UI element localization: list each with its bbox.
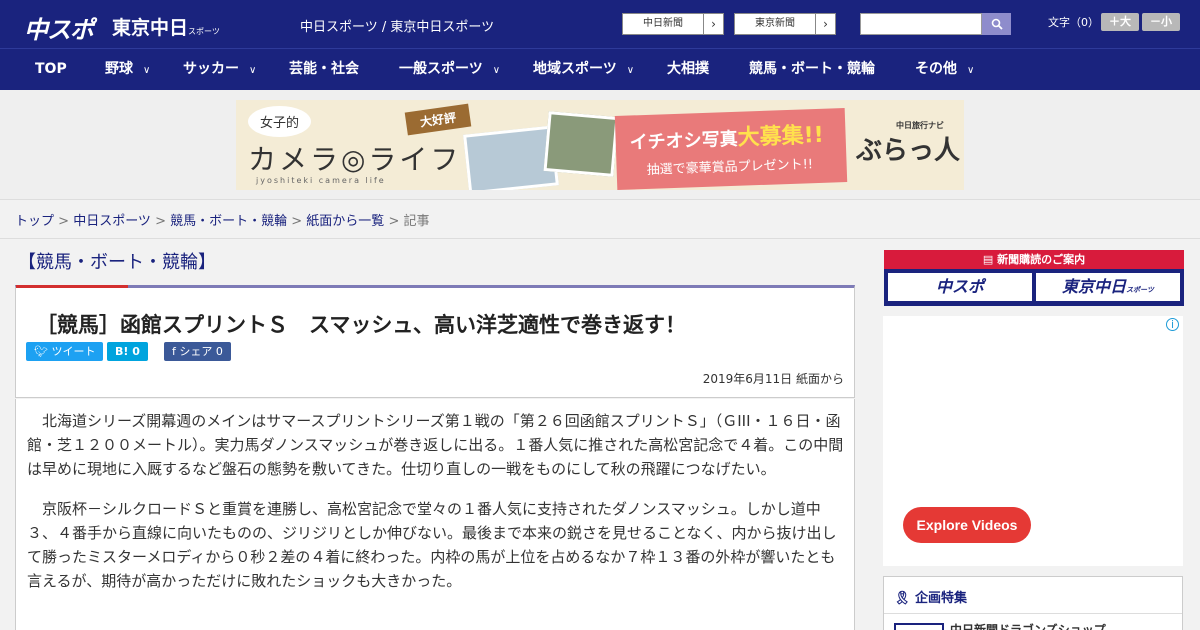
nav-entertainment[interactable]: 芸能・社会 <box>289 49 359 91</box>
chevron-right-icon: › <box>703 14 723 34</box>
banner-navi-logo: 中日旅行ナビぶらっ人 <box>856 121 961 167</box>
banner-navi-text: ぶらっ人 <box>856 136 961 166</box>
article-date: 2019年6月11日 紙面から <box>702 372 844 386</box>
video-ad: i Explore Videos <box>883 316 1183 566</box>
ribbon-icon: 🎗︎ <box>894 591 916 606</box>
nav-sumo[interactable]: 大相撲 <box>667 49 709 91</box>
tokyo-logo-suffix: スポーツ <box>188 27 220 36</box>
subscription-heading: ▤ 新聞購読のご案内 <box>884 250 1184 269</box>
explore-videos-button[interactable]: Explore Videos <box>903 507 1031 543</box>
banner-pink-line1: イチオシ写真大募集!! <box>629 117 824 156</box>
site-names: 中日スポーツ / 東京中日スポーツ <box>300 20 495 35</box>
article-header: ［競馬］函館スプリントＳ スマッシュ、高い洋芝適性で巻き返す！ 🐦︎ ツイート … <box>15 285 855 398</box>
article-body: 北海道シリーズ開幕週のメインはサマースプリントシリーズ第１戦の「第２６回函館スプ… <box>15 399 855 630</box>
font-smaller-button[interactable]: －小 <box>1142 13 1180 31</box>
main-nav: TOP 野球 ∨ サッカー ∨ 芸能・社会 一般スポーツ ∨ 地域スポーツ ∨ 大相撲 … <box>0 48 1200 90</box>
breadcrumb-current: 記事 <box>403 214 430 229</box>
main-column: 【競馬・ボート・競輪】 ［競馬］函館スプリントＳ スマッシュ、高い洋芝適性で巻き… <box>15 248 855 630</box>
font-larger-button[interactable]: ＋大 <box>1101 13 1139 31</box>
search-icon <box>991 18 1003 30</box>
camera-life-banner[interactable]: 女子的 カメラ◎ライフ jyoshiteki camera life 大好評 イ… <box>236 100 964 190</box>
breadcrumb-link[interactable]: 競馬・ボート・競輪 <box>170 214 287 229</box>
nav-label: 競馬・ボート・競輪 <box>749 61 875 77</box>
subscribe-tokyo-text: 東京中日 <box>1062 277 1127 296</box>
feature-thumbnail[interactable] <box>894 623 944 630</box>
chevron-down-icon: ∨ <box>143 65 151 76</box>
banner-subtitle: jyoshiteki camera life <box>256 176 386 185</box>
article-headline: ［競馬］函館スプリントＳ スマッシュ、高い洋芝適性で巻き返す！ <box>36 313 686 337</box>
breadcrumb-link[interactable]: 紙面から一覧 <box>306 214 384 229</box>
feature-box: 🎗︎ 企画特集 中日新聞ドラゴンズショップ <box>883 576 1183 630</box>
chevron-right-icon: › <box>815 14 835 34</box>
search-button[interactable] <box>982 13 1011 35</box>
divider <box>884 613 1182 614</box>
nav-top[interactable]: TOP <box>35 49 67 91</box>
newspaper-icon: ▤ <box>982 253 998 266</box>
chunichi-shimbun-label: 中日新聞 <box>643 18 683 29</box>
chevron-down-icon: ∨ <box>249 65 257 76</box>
divider <box>0 238 1200 239</box>
banner-camera-title: カメラ◎ライフ <box>248 143 462 176</box>
tweet-button[interactable]: 🐦︎ ツイート <box>26 342 104 361</box>
tokyo-shimbun-link[interactable]: 東京新聞 › <box>734 13 836 35</box>
breadcrumb-link[interactable]: 中日スポーツ <box>73 214 151 229</box>
banner-pink-line1-b: 大募集!! <box>737 122 825 151</box>
feature-title-text: 企画特集 <box>915 591 968 606</box>
category-heading: 【競馬・ボート・競輪】 <box>18 252 216 273</box>
banner-pink-line2: 抽選で豪華賞品プレゼント!! <box>646 157 814 178</box>
article-paragraph: 北海道シリーズ開幕週のメインはサマースプリントシリーズ第１戦の「第２６回函館スプ… <box>27 412 844 478</box>
nav-label: TOP <box>35 61 67 77</box>
tweet-label: ツイート <box>51 345 96 358</box>
banner-pink-line1-a: イチオシ写真 <box>629 128 739 154</box>
feature-title: 🎗︎ 企画特集 <box>894 587 967 606</box>
nav-label: 大相撲 <box>667 61 709 77</box>
nav-other[interactable]: その他 ∨ <box>915 49 974 91</box>
subscription-heading-text: 新聞購読のご案内 <box>997 253 1086 266</box>
twitter-icon: 🐦︎ <box>34 345 52 358</box>
info-icon[interactable]: i <box>1166 318 1179 331</box>
chuspo-logo[interactable]: 中スポ <box>24 10 94 45</box>
tokyo-shimbun-label: 東京新聞 <box>755 18 795 29</box>
nav-baseball[interactable]: 野球 ∨ <box>105 49 150 91</box>
banner-girls-text: 女子的 <box>248 106 312 137</box>
banner-navi-small: 中日旅行ナビ <box>896 121 944 130</box>
chunichi-shimbun-link[interactable]: 中日新聞 › <box>622 13 724 35</box>
tokyo-logo-text: 東京中日 <box>112 17 189 39</box>
nav-label: サッカー <box>183 61 239 77</box>
nav-general-sports[interactable]: 一般スポーツ ∨ <box>399 49 500 91</box>
search-input[interactable] <box>860 13 982 35</box>
subscription-box[interactable]: ▤ 新聞購読のご案内 中スポ 東京中日スポーツ <box>884 250 1184 306</box>
tokyo-chunichi-logo[interactable]: 東京中日スポーツ <box>112 13 220 40</box>
breadcrumb-link[interactable]: トップ <box>15 214 54 229</box>
hatena-bookmark-button[interactable]: B! 0 <box>107 342 148 361</box>
article-paragraph: 京阪杯－シルクロードＳと重賞を連勝し、高松宮記念で堂々の１番人気に支持されたダノ… <box>27 500 837 590</box>
nav-label: 芸能・社会 <box>289 61 359 77</box>
nav-racing[interactable]: 競馬・ボート・競輪 <box>749 49 875 91</box>
chevron-down-icon: ∨ <box>967 65 975 76</box>
facebook-share-button[interactable]: f シェア 0 <box>164 342 231 361</box>
nav-soccer[interactable]: サッカー ∨ <box>183 49 256 91</box>
nav-label: 地域スポーツ <box>533 61 617 77</box>
subscribe-chuspo-logo[interactable]: 中スポ <box>888 273 1032 301</box>
top-header: 中スポ 東京中日スポーツ 中日スポーツ / 東京中日スポーツ 中日新聞 › 東京… <box>0 0 1200 48</box>
chevron-down-icon: ∨ <box>626 65 635 76</box>
breadcrumb: トップ > 中日スポーツ > 競馬・ボート・競輪 > 紙面から一覧 > 記事 <box>15 214 430 229</box>
font-size-label: 文字（0） <box>1048 16 1099 29</box>
nav-label: 一般スポーツ <box>399 61 483 77</box>
banner-popular-tag: 大好評 <box>404 103 472 136</box>
nav-label: 野球 <box>105 61 133 77</box>
subscribe-tokyo-suffix: スポーツ <box>1126 286 1154 294</box>
chevron-down-icon: ∨ <box>492 65 501 76</box>
feature-item-link[interactable]: 中日新聞ドラゴンズショップ <box>950 621 1106 630</box>
banner-pink-panel: イチオシ写真大募集!! 抽選で豪華賞品プレゼント!! <box>614 108 848 190</box>
facebook-share-label: シェア 0 <box>179 345 223 358</box>
accent-bar <box>16 285 128 288</box>
banner-photo <box>543 111 619 177</box>
nav-local-sports[interactable]: 地域スポーツ ∨ <box>533 49 634 91</box>
nav-label: その他 <box>915 61 957 77</box>
subscribe-tokyo-chunichi-logo[interactable]: 東京中日スポーツ <box>1036 273 1180 301</box>
